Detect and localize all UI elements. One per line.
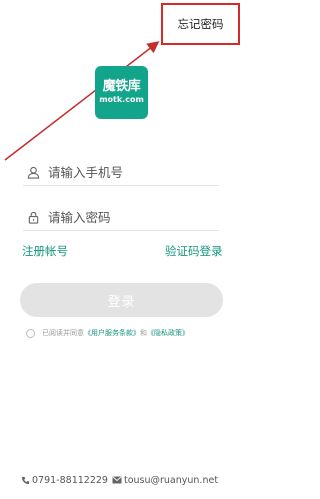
contact-phone: 0791-88112229 [32,474,108,486]
user-icon [26,166,40,180]
forgot-password-button[interactable]: 忘记密码 [161,3,240,45]
register-link[interactable]: 注册帐号 [22,243,68,259]
password-field[interactable] [23,205,219,231]
mail-icon [112,475,122,485]
agreement-row: 已阅读并同意 《用户服务条款》 和 《隐私政策》 [26,326,226,340]
contact-footer: 0791-88112229 tousu@ruanyun.net [20,473,230,487]
phone-field[interactable] [23,160,219,186]
lock-icon [26,211,40,225]
password-input[interactable] [48,210,198,225]
sms-login-link[interactable]: 验证码登录 [165,243,223,259]
user-terms-link[interactable]: 《用户服务条款》 [84,328,140,338]
agreement-checkbox[interactable] [26,328,35,338]
logo-sub-text: motk.com [99,95,144,104]
forgot-password-label: 忘记密码 [177,17,224,31]
login-button-label: 登录 [107,294,136,310]
phone-icon [20,475,30,485]
contact-email: tousu@ruanyun.net [123,474,219,486]
phone-input[interactable] [48,165,198,180]
agreement-prefix: 已阅读并同意 [42,329,84,337]
logo-main-text: 魔铁库 [102,79,141,94]
app-logo: 魔铁库 motk.com [95,66,148,119]
login-button[interactable]: 登录 [20,283,223,317]
privacy-policy-link[interactable]: 《隐私政策》 [147,328,189,338]
login-page: 忘记密码 魔铁库 motk.com 请输入手机号 注册帐号 验证码登录 登录 已… [0,0,242,499]
agreement-conjunction: 和 [140,329,147,337]
